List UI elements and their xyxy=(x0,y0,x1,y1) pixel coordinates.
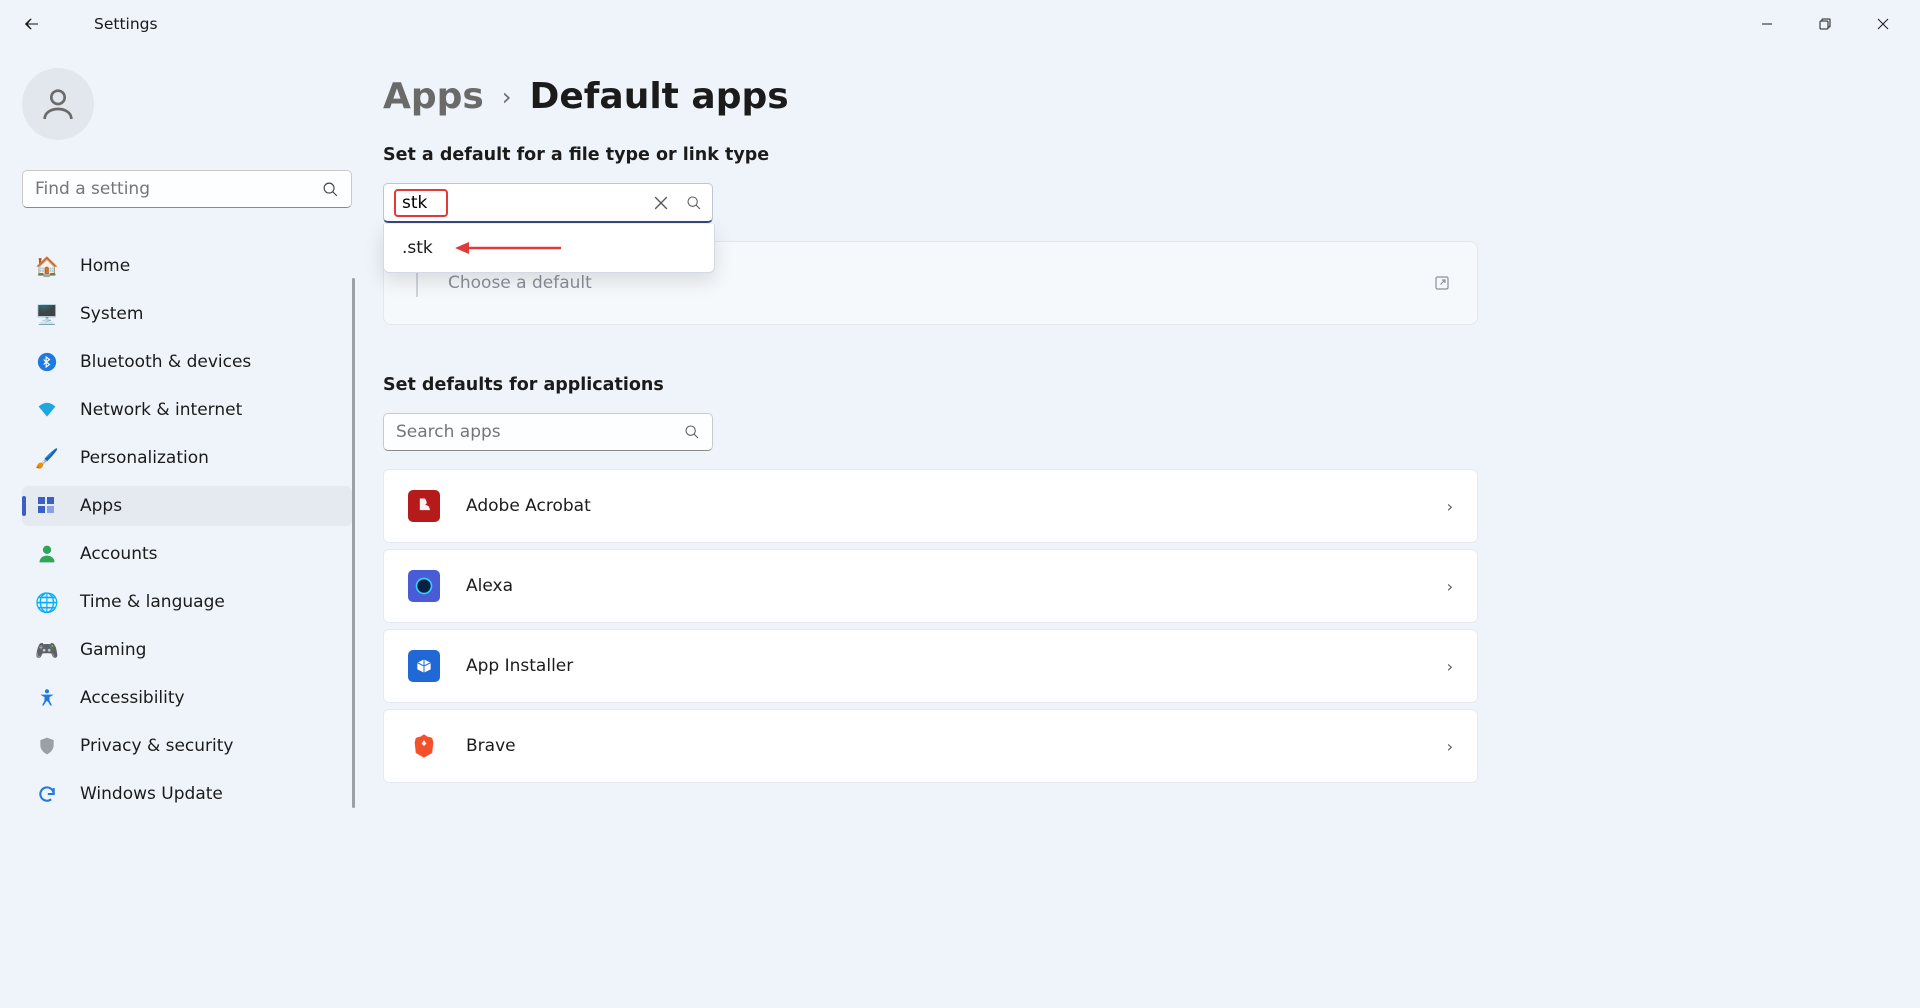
search-icon xyxy=(322,181,339,198)
chevron-right-icon: › xyxy=(502,83,512,111)
nav-label: Bluetooth & devices xyxy=(80,352,251,372)
find-setting-input[interactable] xyxy=(35,179,322,199)
apps-search[interactable] xyxy=(383,413,713,451)
title-bar: Settings xyxy=(0,0,1920,48)
window-controls xyxy=(1738,4,1912,44)
suggestion-dropdown: .stk xyxy=(383,224,715,273)
close-icon xyxy=(1877,18,1889,30)
person-icon xyxy=(38,84,78,124)
clear-input-button[interactable] xyxy=(654,196,668,210)
app-card-brave[interactable]: Brave › xyxy=(383,709,1478,783)
apps-section-label: Set defaults for applications xyxy=(383,375,1892,395)
annotation-arrow-icon xyxy=(453,240,563,256)
user-avatar[interactable] xyxy=(22,68,94,140)
search-icon xyxy=(686,195,702,211)
app-card-adobe-acrobat[interactable]: Adobe Acrobat › xyxy=(383,469,1478,543)
nav-apps[interactable]: Apps xyxy=(22,486,352,526)
brave-icon xyxy=(408,730,440,762)
app-card-alexa[interactable]: Alexa › xyxy=(383,549,1478,623)
open-external-icon xyxy=(1433,274,1451,292)
update-icon xyxy=(36,783,58,805)
choose-default-text: Choose a default xyxy=(448,273,592,293)
breadcrumb-parent[interactable]: Apps xyxy=(383,76,484,117)
app-name: Adobe Acrobat xyxy=(466,496,591,516)
annotation-highlight-box xyxy=(394,189,448,217)
search-button[interactable] xyxy=(686,195,702,211)
apps-search-input[interactable] xyxy=(396,422,684,442)
nav-bluetooth[interactable]: Bluetooth & devices xyxy=(22,342,352,382)
nav-label: Home xyxy=(80,256,130,276)
maximize-button[interactable] xyxy=(1796,4,1854,44)
placeholder-icon xyxy=(416,269,418,297)
close-button[interactable] xyxy=(1854,4,1912,44)
shield-icon xyxy=(36,735,58,757)
apps-icon xyxy=(36,495,58,517)
chevron-right-icon: › xyxy=(1447,737,1453,756)
nav-label: Personalization xyxy=(80,448,209,468)
chevron-right-icon: › xyxy=(1447,577,1453,596)
nav-label: Network & internet xyxy=(80,400,242,420)
nav-home[interactable]: 🏠 Home xyxy=(22,246,352,286)
adobe-acrobat-icon xyxy=(408,490,440,522)
nav-label: Gaming xyxy=(80,640,146,660)
maximize-icon xyxy=(1819,18,1831,30)
chevron-right-icon: › xyxy=(1447,497,1453,516)
app-card-app-installer[interactable]: App Installer › xyxy=(383,629,1478,703)
app-installer-icon xyxy=(408,650,440,682)
page-title: Default apps xyxy=(529,76,788,117)
app-name: Alexa xyxy=(466,576,513,596)
gamepad-icon: 🎮 xyxy=(36,639,58,661)
nav-label: Accessibility xyxy=(80,688,185,708)
home-icon: 🏠 xyxy=(36,255,58,277)
alexa-icon xyxy=(408,570,440,602)
accessibility-icon xyxy=(36,687,58,709)
bluetooth-icon xyxy=(36,351,58,373)
minimize-button[interactable] xyxy=(1738,4,1796,44)
nav-label: Windows Update xyxy=(80,784,223,804)
app-title: Settings xyxy=(94,15,158,33)
nav-label: Apps xyxy=(80,496,122,516)
app-name: Brave xyxy=(466,736,516,756)
filetype-section-label: Set a default for a file type or link ty… xyxy=(383,145,1892,165)
find-setting-search[interactable] xyxy=(22,170,352,208)
nav-accessibility[interactable]: Accessibility xyxy=(22,678,352,718)
suggestion-item[interactable]: .stk xyxy=(384,224,714,272)
x-icon xyxy=(654,196,668,210)
main-content: Apps › Default apps Set a default for a … xyxy=(355,48,1920,1008)
back-arrow-icon xyxy=(22,15,42,33)
suggestion-text: .stk xyxy=(402,238,433,258)
nav-label: System xyxy=(80,304,143,324)
nav-gaming[interactable]: 🎮 Gaming xyxy=(22,630,352,670)
nav-label: Privacy & security xyxy=(80,736,234,756)
nav-label: Time & language xyxy=(80,592,225,612)
nav-accounts[interactable]: Accounts xyxy=(22,534,352,574)
wifi-icon xyxy=(36,399,58,421)
app-name: App Installer xyxy=(466,656,573,676)
account-icon xyxy=(36,543,58,565)
nav-windows-update[interactable]: Windows Update xyxy=(22,774,352,814)
globe-clock-icon: 🌐 xyxy=(36,591,58,613)
nav-network[interactable]: Network & internet xyxy=(22,390,352,430)
search-icon xyxy=(684,424,700,440)
minimize-icon xyxy=(1761,18,1773,30)
chevron-right-icon: › xyxy=(1447,657,1453,676)
sidebar: 🏠 Home 🖥️ System Bluetooth & devices Net… xyxy=(0,48,355,1008)
nav-list: 🏠 Home 🖥️ System Bluetooth & devices Net… xyxy=(22,246,355,814)
nav-personalization[interactable]: 🖌️ Personalization xyxy=(22,438,352,478)
nav-privacy[interactable]: Privacy & security xyxy=(22,726,352,766)
nav-time-language[interactable]: 🌐 Time & language xyxy=(22,582,352,622)
system-icon: 🖥️ xyxy=(36,303,58,325)
nav-system[interactable]: 🖥️ System xyxy=(22,294,352,334)
filetype-search-input[interactable] xyxy=(402,193,440,213)
nav-label: Accounts xyxy=(80,544,158,564)
app-list: Adobe Acrobat › Alexa › App Installer › xyxy=(383,469,1478,783)
brush-icon: 🖌️ xyxy=(36,447,58,469)
filetype-search[interactable]: .stk xyxy=(383,183,713,223)
breadcrumb: Apps › Default apps xyxy=(383,76,1892,117)
